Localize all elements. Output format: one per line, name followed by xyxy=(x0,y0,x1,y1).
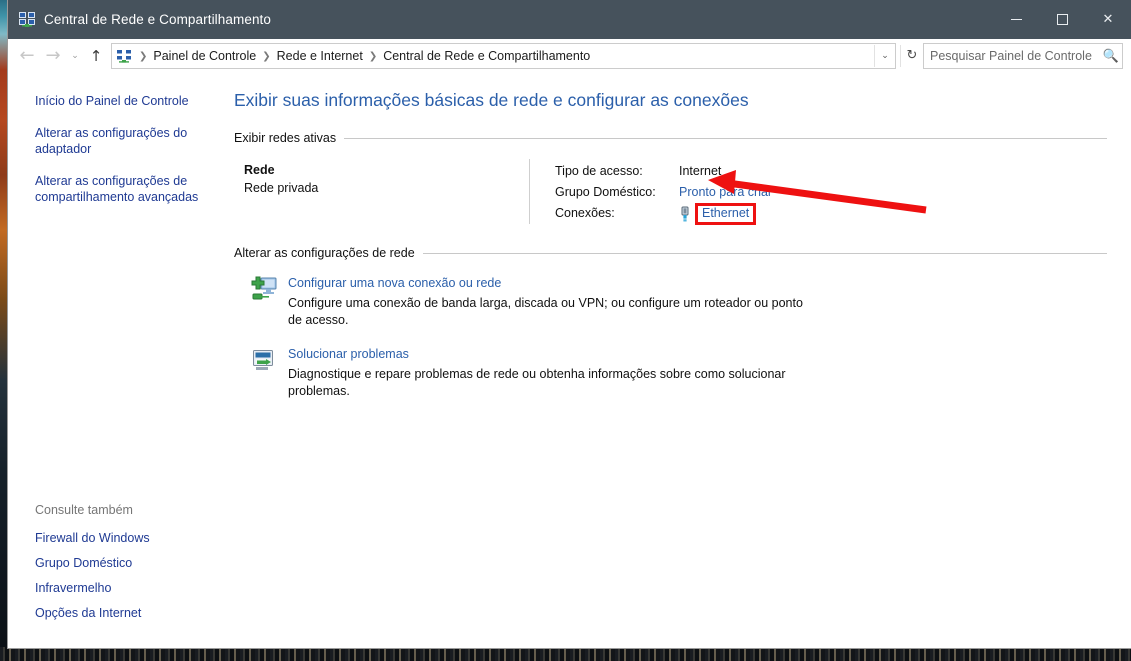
network-sharing-icon xyxy=(19,11,35,28)
page-title: Exibir suas informações básicas de rede … xyxy=(234,90,749,110)
arrow-up-icon: ↑ xyxy=(89,47,103,65)
sidebar-item-alterar-configuracoes-compartilhamento[interactable]: Alterar as configurações de compartilham… xyxy=(8,173,220,205)
search-input[interactable] xyxy=(924,49,1100,63)
close-button[interactable]: ✕ xyxy=(1085,0,1131,39)
desktop-taskbar-strip xyxy=(0,647,1131,661)
detail-label: Tipo de acesso: xyxy=(555,164,643,178)
window-title: Central de Rede e Compartilhamento xyxy=(44,12,272,27)
search-box[interactable]: 🔍 xyxy=(923,43,1123,69)
see-also-title: Consulte também xyxy=(35,503,133,517)
new-connection-icon xyxy=(250,275,278,303)
recent-locations-button[interactable]: ⌄ xyxy=(66,43,84,69)
detail-value-connections: Ethernet xyxy=(679,202,757,225)
breadcrumb-separator: ❯ xyxy=(262,50,271,62)
breadcrumb-separator: ❯ xyxy=(139,50,148,62)
section-divider xyxy=(422,252,1107,254)
section-header-change-settings: Alterar as configurações de rede xyxy=(234,246,1107,260)
vertical-divider xyxy=(529,159,530,224)
task-description: Diagnostique e repare problemas de rede … xyxy=(288,367,786,398)
task-setup-new-connection[interactable]: Configurar uma nova conexão ou rede Conf… xyxy=(234,274,1107,329)
address-dropdown-button[interactable]: ⌄ xyxy=(874,45,895,67)
window-controls: ✕ xyxy=(993,0,1131,39)
back-icon: ← xyxy=(19,45,35,66)
task-body: Solucionar problemas Diagnostique e repa… xyxy=(288,345,818,400)
search-icon[interactable]: 🔍 xyxy=(1100,49,1122,64)
minimize-button[interactable] xyxy=(993,0,1039,39)
sidebar-item-grupo-domestico[interactable]: Grupo Doméstico xyxy=(8,555,220,571)
address-bar[interactable]: ❯ Painel de Controle ❯ Rede e Internet ❯… xyxy=(111,43,896,69)
sidebar-item-opcoes-da-internet[interactable]: Opções da Internet xyxy=(8,605,220,621)
up-button[interactable]: ↑ xyxy=(84,43,108,69)
network-type: Rede privada xyxy=(244,181,319,195)
network-details: Tipo de acesso: Internet Grupo Doméstico… xyxy=(555,159,772,225)
homegroup-link[interactable]: Pronto para criar xyxy=(679,182,772,203)
window-body: Início do Painel de Controle Alterar as … xyxy=(8,73,1131,648)
active-network-panel: Rede Rede privada Tipo de acesso: Intern… xyxy=(234,159,1107,225)
ethernet-plug-icon xyxy=(679,206,691,222)
sidebar-item-infravermelho[interactable]: Infravermelho xyxy=(8,580,220,596)
back-button[interactable]: ← xyxy=(14,43,40,69)
detail-label: Conexões: xyxy=(555,206,615,220)
sidebar: Início do Painel de Controle Alterar as … xyxy=(8,73,220,648)
task-body: Configurar uma nova conexão ou rede Conf… xyxy=(288,274,818,329)
forward-button[interactable]: → xyxy=(40,43,66,69)
detail-row-access-type: Tipo de acesso: Internet xyxy=(555,161,772,182)
close-icon: ✕ xyxy=(1102,12,1114,27)
refresh-button[interactable]: ↻ xyxy=(900,45,923,67)
network-identity: Rede Rede privada xyxy=(244,159,529,224)
sidebar-item-inicio-painel-controle[interactable]: Início do Painel de Controle xyxy=(8,93,220,109)
address-network-icon xyxy=(116,48,132,64)
task-description: Configure uma conexão de banda larga, di… xyxy=(288,296,803,327)
task-title-setup-new-connection[interactable]: Configurar uma nova conexão ou rede xyxy=(288,274,501,292)
maximize-icon xyxy=(1056,14,1068,25)
detail-label: Grupo Doméstico: xyxy=(555,185,656,199)
troubleshoot-icon xyxy=(250,346,278,374)
section-header-active-networks: Exibir redes ativas xyxy=(234,131,1107,145)
title-bar[interactable]: Central de Rede e Compartilhamento ✕ xyxy=(8,0,1131,39)
detail-row-connections: Conexões: Ethernet xyxy=(555,202,772,225)
control-panel-window: Central de Rede e Compartilhamento ✕ ← →… xyxy=(8,0,1131,648)
task-title-troubleshoot[interactable]: Solucionar problemas xyxy=(288,345,409,363)
breadcrumb-item-central-de-rede[interactable]: Central de Rede e Compartilhamento xyxy=(380,49,593,63)
sidebar-item-alterar-configuracoes-adaptador[interactable]: Alterar as configurações do adaptador xyxy=(8,125,220,157)
minimize-icon xyxy=(1010,19,1022,20)
detail-value-access-type: Internet xyxy=(679,164,722,178)
section-label: Alterar as configurações de rede xyxy=(234,246,415,260)
maximize-button[interactable] xyxy=(1039,0,1085,39)
chevron-down-icon: ⌄ xyxy=(71,51,79,61)
network-name: Rede xyxy=(244,163,275,177)
detail-row-homegroup: Grupo Doméstico: Pronto para criar xyxy=(555,182,772,203)
sidebar-item-firewall-do-windows[interactable]: Firewall do Windows xyxy=(8,530,220,546)
navigation-bar: ← → ⌄ ↑ ❯ Painel de Controle ❯ Rede e In… xyxy=(8,39,1131,73)
see-also-section: Consulte também Firewall do Windows Grup… xyxy=(8,503,220,648)
breadcrumb-item-rede-e-internet[interactable]: Rede e Internet xyxy=(274,49,366,63)
breadcrumb-separator: ❯ xyxy=(368,50,378,62)
section-divider xyxy=(344,137,1107,139)
breadcrumb-item-painel-de-controle[interactable]: Painel de Controle xyxy=(150,49,259,63)
forward-icon: → xyxy=(45,45,61,66)
ethernet-highlight-box: Ethernet xyxy=(695,202,757,225)
ethernet-link[interactable]: Ethernet xyxy=(702,206,749,220)
section-label: Exibir redes ativas xyxy=(234,131,337,145)
main-content: Exibir suas informações básicas de rede … xyxy=(220,73,1131,648)
task-troubleshoot[interactable]: Solucionar problemas Diagnostique e repa… xyxy=(234,345,1107,400)
